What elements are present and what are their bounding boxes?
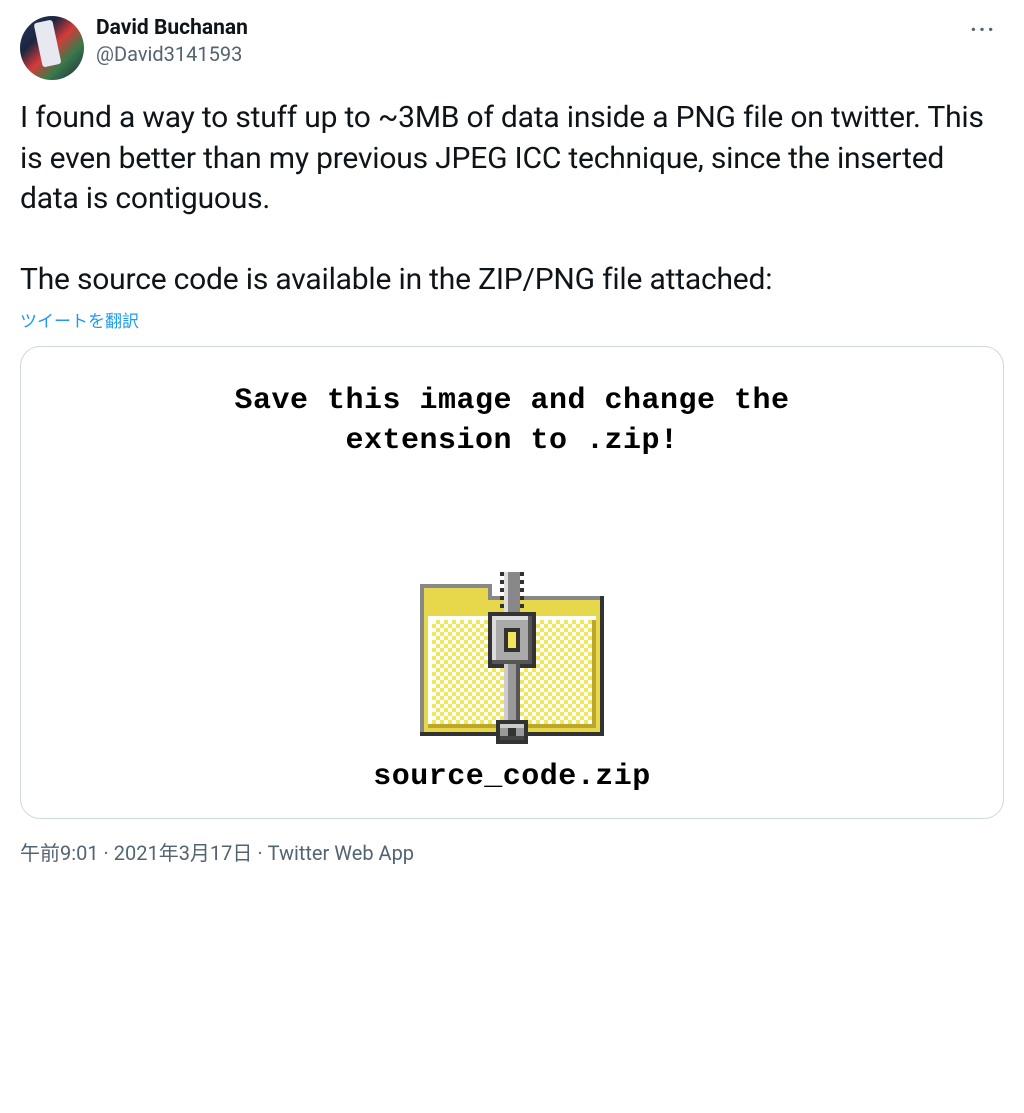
translate-link[interactable]: ツイートを翻訳 bbox=[20, 307, 139, 332]
display-name: David Buchanan bbox=[96, 16, 950, 41]
user-handle: @David3141593 bbox=[96, 41, 950, 67]
tweet-source[interactable]: Twitter Web App bbox=[268, 841, 414, 865]
meta-separator: · bbox=[252, 841, 267, 865]
user-info[interactable]: David Buchanan @David3141593 bbox=[96, 16, 950, 67]
meta-separator: · bbox=[99, 841, 114, 865]
image-filename-text: source_code.zip bbox=[373, 760, 651, 794]
attached-image[interactable]: Save this image and change the extension… bbox=[20, 346, 1004, 819]
zip-folder-icon bbox=[416, 572, 608, 748]
tweet-date[interactable]: 2021年3月17日 bbox=[114, 841, 253, 865]
tweet-time[interactable]: 午前9:01 bbox=[20, 841, 99, 865]
tweet: David Buchanan @David3141593 ··· I found… bbox=[20, 16, 1004, 866]
tweet-text: I found a way to stuff up to ~3MB of dat… bbox=[20, 98, 1004, 301]
tweet-header: David Buchanan @David3141593 ··· bbox=[20, 16, 1004, 80]
zip-file-graphic: source_code.zip bbox=[51, 572, 973, 794]
tweet-meta: 午前9:01 · 2021年3月17日 · Twitter Web App bbox=[20, 837, 1004, 866]
image-instruction-text: Save this image and change the extension… bbox=[51, 381, 973, 462]
more-button[interactable]: ··· bbox=[962, 16, 1004, 46]
avatar[interactable] bbox=[20, 16, 84, 80]
